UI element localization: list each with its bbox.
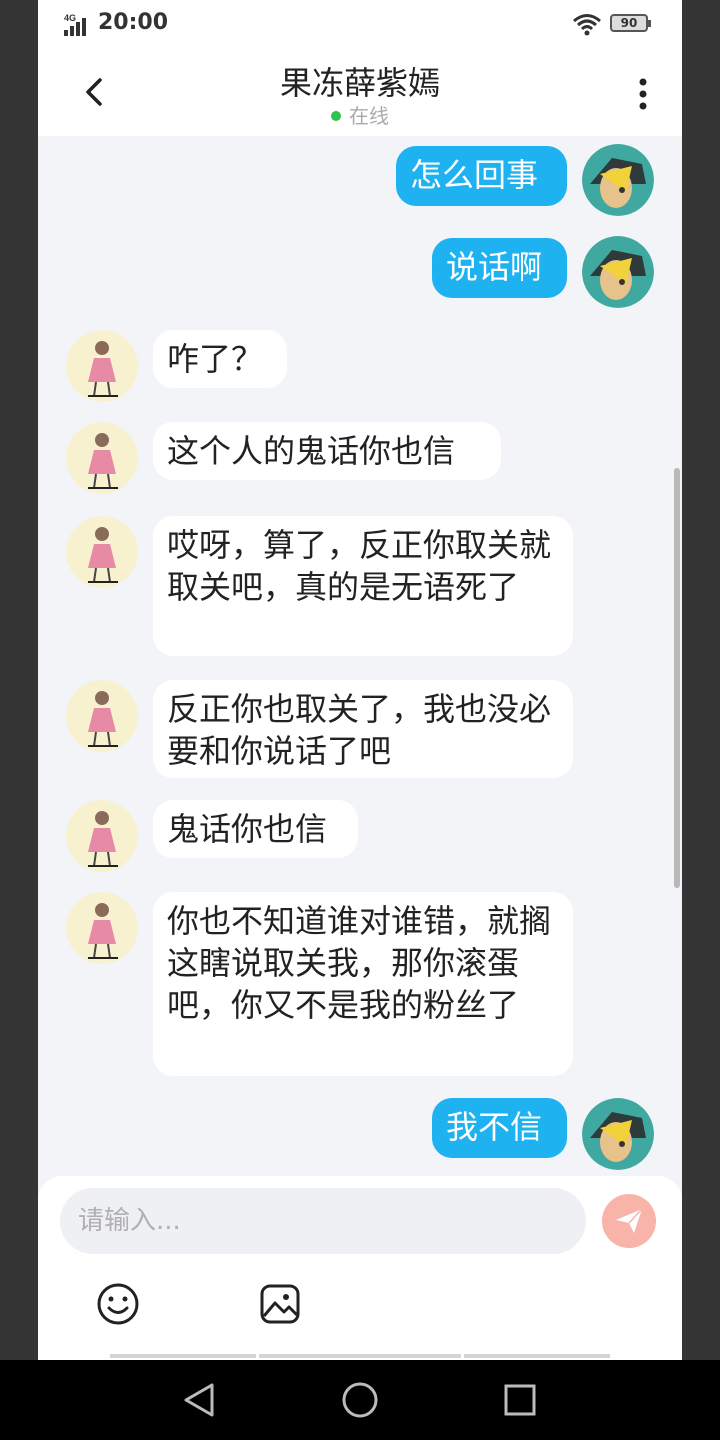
more-button[interactable] [628,74,658,114]
message-bubble-received[interactable]: 反正你也取关了，我也没必要和你说话了吧 [153,680,573,778]
contact-avatar[interactable] [66,680,138,752]
battery-icon: 90 [610,14,651,32]
scrollbar[interactable] [674,468,680,888]
chat-header: 果冻薛紫嫣 在线 [38,50,682,136]
message-bubble-received[interactable]: 哎呀，算了，反正你取关就取关吧，真的是无语死了 [153,516,573,656]
paper-plane-icon [616,1208,643,1233]
nav-recents-button[interactable] [500,1380,540,1420]
contact-avatar[interactable] [66,892,138,964]
message-bubble-received[interactable]: 这个人的鬼话你也信 [153,422,501,480]
system-nav-bar [0,1360,720,1440]
contact-avatar[interactable] [66,800,138,872]
contact-avatar[interactable] [66,516,138,588]
contact-name: 果冻薛紫嫣 [279,64,440,102]
message-input[interactable] [60,1188,586,1254]
backdrop-right [682,0,720,1360]
my-avatar[interactable] [582,1098,654,1170]
message-bubble-received[interactable]: 你也不知道谁对谁错，就搁这瞎说取关我，那你滚蛋吧，你又不是我的粉丝了 [153,892,573,1076]
composer [38,1176,682,1360]
send-button[interactable] [602,1194,656,1248]
backdrop-left [0,0,38,1360]
square-recents-icon [504,1384,536,1416]
nav-back-button[interactable] [180,1380,220,1420]
wifi-icon [573,14,601,36]
presence-status: 在线 [38,100,682,129]
my-avatar[interactable] [582,144,654,216]
more-vertical-icon [639,78,647,110]
message-bubble-received[interactable]: 咋了？ [153,330,287,388]
image-button[interactable] [258,1282,302,1326]
message-bubble-sent[interactable]: 说话啊 [432,238,567,298]
my-avatar[interactable] [582,236,654,308]
message-list[interactable]: 怎么回事 说话啊 咋了？ 这个人的鬼话你也信 哎呀，算了，反正你取关就取关吧，真… [38,136,682,1176]
circle-home-icon [342,1382,378,1418]
presence-label: 在线 [349,104,389,128]
message-bubble-sent[interactable]: 怎么回事 [396,146,567,206]
nav-home-button[interactable] [340,1380,380,1420]
status-time: 20:00 [98,10,169,35]
message-bubble-received[interactable]: 鬼话你也信 [153,800,358,858]
signal-icon: 4G [64,13,86,36]
network-label: 4G [64,13,76,23]
online-dot [331,110,341,121]
smiley-icon [97,1283,139,1325]
emoji-button[interactable] [96,1282,140,1326]
divider [110,1354,256,1358]
message-bubble-sent[interactable]: 我不信 [432,1098,567,1158]
chat-screen: 4G 20:00 90 果冻薛紫嫣 在线 怎么回事 说话啊 咋了？ 这个人的鬼话… [38,0,682,1360]
contact-avatar[interactable] [66,330,138,402]
image-icon [260,1284,300,1324]
divider [259,1354,461,1358]
status-bar: 4G 20:00 90 [38,0,682,50]
contact-avatar[interactable] [66,422,138,494]
triangle-back-icon [184,1383,214,1417]
divider [464,1354,610,1358]
